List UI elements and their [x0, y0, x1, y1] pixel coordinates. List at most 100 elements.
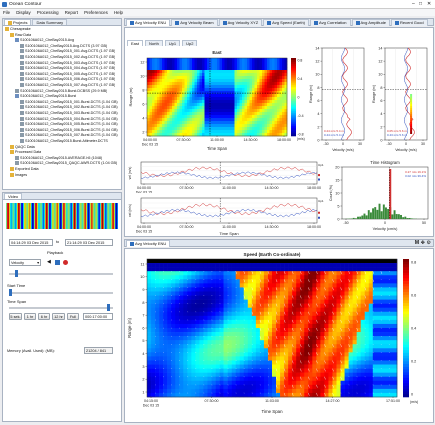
tree-item[interactable]: S100106A012_CheBay2015_003.Burst.DCTS (1… — [20, 111, 118, 116]
heatmap-cell — [163, 287, 168, 292]
minimize-icon[interactable]: – — [412, 0, 415, 8]
span-button-1hr[interactable]: 1 hr — [24, 313, 36, 320]
end-datetime-field[interactable]: 21:14:29 03 Dec 2015 — [65, 239, 113, 246]
tab-avg-velocity-xyz[interactable]: Avg Velocity XYZ — [218, 19, 263, 26]
span-button-12hr[interactable]: 12 hr — [52, 313, 65, 320]
heatmap-cell — [199, 67, 203, 71]
maximize-icon[interactable]: □ — [419, 0, 422, 8]
tree-item[interactable]: S100106A012_CheBay2015_005.Burst.DCTS (1… — [20, 122, 118, 127]
heatmap-cell — [199, 88, 203, 92]
east-contour-plot[interactable]: East2468101204:00:00 Dec 03 1507:30:00 11:… — [127, 46, 305, 156]
timeseries-plot-2[interactable]: vel (m/s)04:00:00 Dec 03 1507:30:00 11:00:… — [127, 195, 325, 237]
heatmap-cell — [219, 100, 223, 104]
heatmap-cell — [227, 275, 232, 280]
playback-slider[interactable] — [9, 273, 113, 275]
tab-recent-good[interactable]: Recent Good — [391, 19, 428, 26]
tree-item[interactable]: S100106A012_CheBay2015.Burst.Altimeter.D… — [20, 139, 108, 144]
menu-display[interactable]: Display — [16, 9, 30, 16]
heatmap-cell — [312, 332, 317, 337]
tree-item[interactable]: Chesapeake — [5, 27, 31, 32]
heatmap-cell — [155, 319, 160, 325]
heatmap-cell — [162, 106, 165, 110]
timeseries-plot-1[interactable]: vel (m/s)04:00:00 Dec 03 1507:30:00 11:00:… — [127, 159, 325, 193]
toolbar-icon-m[interactable]: M — [415, 240, 419, 247]
tree-item[interactable]: S100106A012_CheBay2015.Burst.DCBSS (29.9… — [15, 88, 107, 94]
menu-processing[interactable]: Processing — [37, 9, 59, 16]
tree-item[interactable]: QAQC Data — [10, 144, 35, 150]
tree-item[interactable]: S100106A012_CheBay2015_QAQC.AWR.DCTS (1.… — [15, 161, 117, 166]
heatmap-cell — [232, 100, 235, 104]
time-span-slider[interactable] — [9, 307, 113, 309]
tab-avg-velocity-enu[interactable]: Avg Velocity ENU — [126, 19, 171, 26]
profile-plot-north[interactable]: 02468101214-30 0 30Range (m)Velocity (m/s)… — [371, 44, 433, 156]
start-time-slider[interactable] — [9, 292, 113, 294]
span-button-full[interactable]: Full — [67, 313, 79, 320]
tree-item[interactable]: Images — [10, 172, 28, 178]
span-button-6hr[interactable]: 6 hr — [38, 313, 50, 320]
toolbar-icon-pan[interactable]: ✥ — [421, 240, 425, 247]
play-icon[interactable] — [55, 260, 60, 265]
tab-speed-avg-velocity-enu[interactable]: Avg Velocity ENU — [126, 240, 171, 247]
tree-item[interactable]: S100106A012_CheBay2015_007.Burst.DCTS (1… — [20, 133, 118, 138]
tree-item[interactable]: S100106A012_CheBay2015.Burst — [15, 94, 76, 99]
heatmap-cell — [234, 67, 238, 71]
time-span-handle[interactable] — [107, 304, 110, 311]
heatmap-cell — [277, 100, 280, 104]
profile-plot-east[interactable]: 02468101214-30 0 30Range (m)Velocity (m/s)… — [308, 44, 368, 156]
tab-avg-velocity-beam[interactable]: Avg Velocity Beam — [171, 19, 218, 26]
tree-item[interactable]: Processed Data — [10, 150, 41, 155]
heatmap-cell — [147, 307, 152, 313]
heatmap-cell — [219, 103, 223, 107]
heatmap-cell — [177, 109, 180, 113]
time-histogram[interactable]: Time Histogram05101520-50 0 50Count (%)Vel… — [328, 159, 433, 237]
tree-item[interactable]: S100106A012_CheBay2015_002.Burst.DCTS (1… — [20, 105, 118, 110]
tab-data-summary[interactable]: Data Summary — [32, 19, 68, 25]
heatmap-cell — [171, 283, 176, 288]
tab-projects[interactable]: Projects — [4, 19, 32, 25]
tree-item-label: Images — [15, 172, 28, 177]
heatmap-cell — [175, 392, 180, 398]
tree-item[interactable]: S100106A012_CheBay2015_006.Avg.DCTS (1.9… — [20, 77, 115, 82]
heatmap-cell — [182, 106, 185, 110]
tab-avg-correlation[interactable]: Avg Correlation — [310, 19, 351, 26]
tree-item[interactable]: S100106A012_CheBay2015_002.Avg.DCTS (1.9… — [20, 55, 115, 60]
tab-avg-speed-earth[interactable]: Avg Speed (Earth) — [263, 19, 310, 26]
record-icon[interactable] — [63, 260, 68, 265]
tree-item[interactable]: S100106A012_CheBay2015_003.Avg.DCTS (1.9… — [20, 60, 115, 66]
menu-report[interactable]: Report — [65, 9, 78, 16]
tree-item[interactable]: S100106A012_CheBay2015_005.Avg.DCTS (1.9… — [20, 71, 115, 77]
variable-select[interactable]: Velocity ▾ — [9, 259, 41, 266]
heatmap-cell — [229, 70, 233, 74]
tab-avg-amplitude[interactable]: Avg Amplitude — [351, 19, 391, 26]
menu-file[interactable]: File — [3, 9, 10, 16]
step-back-icon[interactable]: ◀ — [47, 259, 51, 266]
speed-contour-plot[interactable]: Speed (Earth Co-ordinate)123456789101104… — [125, 249, 433, 422]
tree-item[interactable]: S100106A012_CheBay2015_006.Burst.DCTS (1… — [20, 127, 118, 133]
menu-preferences[interactable]: Preferences — [84, 9, 108, 16]
tab-video[interactable]: Video — [4, 193, 23, 199]
toolbar-icon-settings[interactable]: ⚙ — [427, 240, 431, 247]
tree-item[interactable]: S100106A012_CheBay2015_007.Avg.DCTS (1.9… — [20, 83, 115, 88]
tree-item[interactable]: S100106A012_CheBay2015_001.Avg.DCTS (1.9… — [20, 49, 115, 54]
tree-item[interactable]: Raw Data — [10, 32, 31, 38]
heatmap-cell — [364, 315, 370, 321]
span-button-5sek[interactable]: 5 sek. — [9, 313, 22, 320]
menu-help[interactable]: Help — [114, 9, 123, 16]
heatmap-cell — [284, 348, 289, 353]
tree-item[interactable]: S100106A012_CheBay2015_004.Burst.DCTS (1… — [20, 116, 118, 122]
tree-item[interactable]: Exported Data — [10, 167, 39, 172]
start-time-handle[interactable] — [9, 289, 12, 296]
histogram-bar — [369, 212, 372, 219]
tree-item[interactable]: S100106A012_CheBay2015.Avg — [15, 38, 74, 43]
start-datetime-field[interactable]: 04:14:29 03 Dec 2015 — [9, 239, 53, 246]
time-span-field[interactable]: 000:17:00:00 — [83, 313, 113, 320]
tree-item[interactable]: S100106A012_CheBay2015_001.Burst.DCTS (1… — [20, 99, 118, 105]
heatmap-cell — [227, 283, 232, 288]
tree-item[interactable]: S100106A012_CheBay2015.Avg.DCTS (3.97 GB… — [20, 43, 107, 49]
heatmap-cell — [255, 368, 261, 373]
tree-item[interactable]: S100106A012_CheBay2015_004.Avg.DCTS (1.9… — [20, 66, 115, 71]
tree-item[interactable]: S100106A012_CheBay2015.AVERAGE.h5 (1048) — [15, 155, 102, 161]
close-icon[interactable]: ✕ — [427, 0, 431, 8]
playback-slider-handle[interactable] — [15, 270, 18, 277]
heatmap-cell — [204, 100, 208, 104]
